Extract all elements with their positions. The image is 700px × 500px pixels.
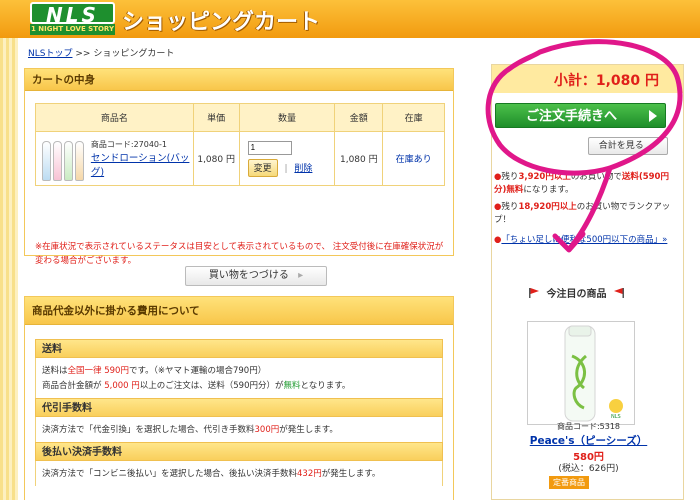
cod-fee-line: 決済方法で「代金引換」を選択した場合、代引き手数料300円が発生します。 bbox=[42, 425, 338, 435]
product-info: 商品コード:27040-1 センドローション(バッグ) bbox=[91, 139, 191, 178]
site-logo[interactable]: NLS 1 NIGHT LOVE STORY bbox=[30, 2, 115, 35]
featured-title: 今注目の商品 bbox=[546, 289, 607, 300]
deferred-fee-body: 決済方法で「コンビニ後払い」を選択した場合、後払い決済手数料432円が発生します… bbox=[35, 461, 443, 486]
shipping-body: 送料は全国一律 590円です。（※ヤマト運輸の場合790円） 商品合計金額が 5… bbox=[35, 358, 443, 398]
line-amount: 1,080 円 bbox=[334, 131, 384, 186]
quantity-input[interactable] bbox=[247, 140, 292, 155]
table-row: 商品コード:27040-1 センドローション(バッグ) 1,080 円 変更 |… bbox=[35, 131, 445, 186]
shipping-title: 送料 bbox=[35, 339, 443, 358]
breadcrumb: NLSトップ >> ショッピングカート bbox=[28, 46, 174, 59]
breadcrumb-home-link[interactable]: NLSトップ bbox=[28, 49, 72, 59]
cart-heading: カートの中身 bbox=[25, 69, 453, 91]
cheap-items-link[interactable]: 「ちょい足しに便利な500円以下の商品」» bbox=[501, 235, 667, 245]
logo-text: NLS bbox=[30, 2, 115, 26]
standard-item-badge: 定番商品 bbox=[549, 476, 589, 489]
view-total-button[interactable]: 合計を見る ⌄ bbox=[588, 137, 668, 155]
free-shipping-info: ●残り3,920円以上のお買い物で送料(590円分)無料になります。 bbox=[494, 172, 669, 195]
column-header: 金額 bbox=[334, 103, 384, 132]
stock-note: ※在庫状況で表示されているステータスは目安として表示されているもので、 注文受付… bbox=[35, 242, 444, 266]
column-header: 数量 bbox=[238, 103, 336, 132]
featured-product-code: 商品コード:5318 bbox=[556, 422, 621, 431]
quantity-actions: 変更 | 削除 bbox=[247, 158, 312, 177]
site-header: NLS 1 NIGHT LOVE STORY ショッピングカート bbox=[0, 0, 700, 38]
quantity-cell: 変更 | 削除 bbox=[238, 131, 336, 186]
column-header: 商品名 bbox=[35, 103, 194, 132]
unit-price: 1,080 円 bbox=[192, 131, 240, 186]
proceed-to-checkout-button[interactable]: ご注文手続きへ bbox=[495, 103, 666, 128]
product-code: 商品コード:27040-1 bbox=[90, 140, 167, 149]
featured-product-link[interactable]: Peace's（ピーシーズ） bbox=[530, 435, 647, 447]
page-title: ショッピングカート bbox=[122, 10, 321, 35]
chevron-down-icon: ⌄ bbox=[649, 141, 658, 151]
featured-product-name: Peace's（ピーシーズ） bbox=[492, 433, 685, 448]
cart-panel: カートの中身 商品名 単価 数量 金額 在庫 商品コード:27040-1 センド… bbox=[24, 68, 454, 266]
product-thumbnail[interactable] bbox=[40, 137, 88, 181]
cod-fee-body: 決済方法で「代金引換」を選択した場合、代引き手数料300円が発生します。 bbox=[35, 417, 443, 442]
arrow-right-icon bbox=[649, 110, 657, 122]
svg-text:NLS: NLS bbox=[611, 414, 621, 420]
costs-heading: 商品代金以外に掛かる費用について bbox=[25, 297, 453, 325]
costs-panel: 商品代金以外に掛かる費用について 送料 送料は全国一律 590円です。（※ヤマト… bbox=[24, 296, 454, 500]
breadcrumb-separator: >> bbox=[75, 49, 91, 59]
flag-icon bbox=[529, 288, 539, 298]
view-total-label: 合計を見る bbox=[598, 141, 644, 151]
checkout-label: ご注文手続きへ bbox=[526, 109, 618, 124]
rank-up-info: ●残り18,920円以上のお買い物でランクアップ！ bbox=[494, 202, 671, 225]
action-divider: | bbox=[284, 163, 288, 174]
deferred-fee-line: 決済方法で「コンビニ後払い」を選択した場合、後払い決済手数料432円が発生します… bbox=[42, 469, 381, 479]
stock-status: 在庫あり bbox=[382, 131, 445, 186]
bottle-image: NLS bbox=[564, 325, 623, 422]
delete-item-link[interactable]: 削除 bbox=[294, 164, 312, 174]
costs-list: 送料 送料は全国一律 590円です。（※ヤマト運輸の場合790円） 商品合計金額… bbox=[35, 339, 443, 486]
featured-product-tax-price: (税込：626円) bbox=[558, 464, 619, 474]
shipping-line: 商品合計金額が 5,000 円以上のご注文は、送料（590円分）が無料となります… bbox=[42, 381, 351, 391]
shipping-line: 送料は全国一律 590円です。（※ヤマト運輸の場合790円） bbox=[42, 366, 267, 376]
cod-fee-title: 代引手数料 bbox=[35, 398, 443, 417]
cheap-items-info: ●「ちょい足しに便利な500円以下の商品」» bbox=[494, 235, 668, 245]
logo-tagline: 1 NIGHT LOVE STORY bbox=[30, 24, 115, 35]
featured-heading: 今注目の商品 bbox=[529, 285, 624, 300]
cart-header-row: 商品名 単価 数量 金額 在庫 bbox=[35, 103, 445, 132]
cart-table: 商品名 単価 数量 金額 在庫 商品コード:27040-1 センドローション(バ… bbox=[35, 103, 445, 186]
change-quantity-button[interactable]: 変更 bbox=[247, 158, 278, 177]
product-name-link[interactable]: センドローション(バッグ) bbox=[91, 153, 190, 178]
subtotal-box: 小計：1,080 円 bbox=[492, 65, 683, 93]
deferred-fee-title: 後払い決済手数料 bbox=[35, 442, 443, 461]
column-header: 在庫 bbox=[382, 103, 445, 132]
continue-shopping-button[interactable]: 買い物をつづける ▸ bbox=[185, 266, 327, 286]
product-cell: 商品コード:27040-1 センドローション(バッグ) bbox=[35, 131, 194, 186]
flag-icon bbox=[613, 288, 624, 298]
breadcrumb-current: ショッピングカート bbox=[93, 49, 175, 59]
featured-product-image[interactable]: NLS bbox=[527, 321, 635, 425]
chevron-right-icon: ▸ bbox=[298, 270, 304, 281]
column-header: 単価 bbox=[192, 103, 240, 132]
continue-shopping-label: 買い物をつづける bbox=[208, 270, 289, 281]
subtotal-amount: 小計：1,080 円 bbox=[553, 73, 659, 89]
order-sidebar: 小計：1,080 円 ご注文手続きへ 合計を見る ⌄ ●残り3,920円以上のお… bbox=[491, 64, 684, 500]
